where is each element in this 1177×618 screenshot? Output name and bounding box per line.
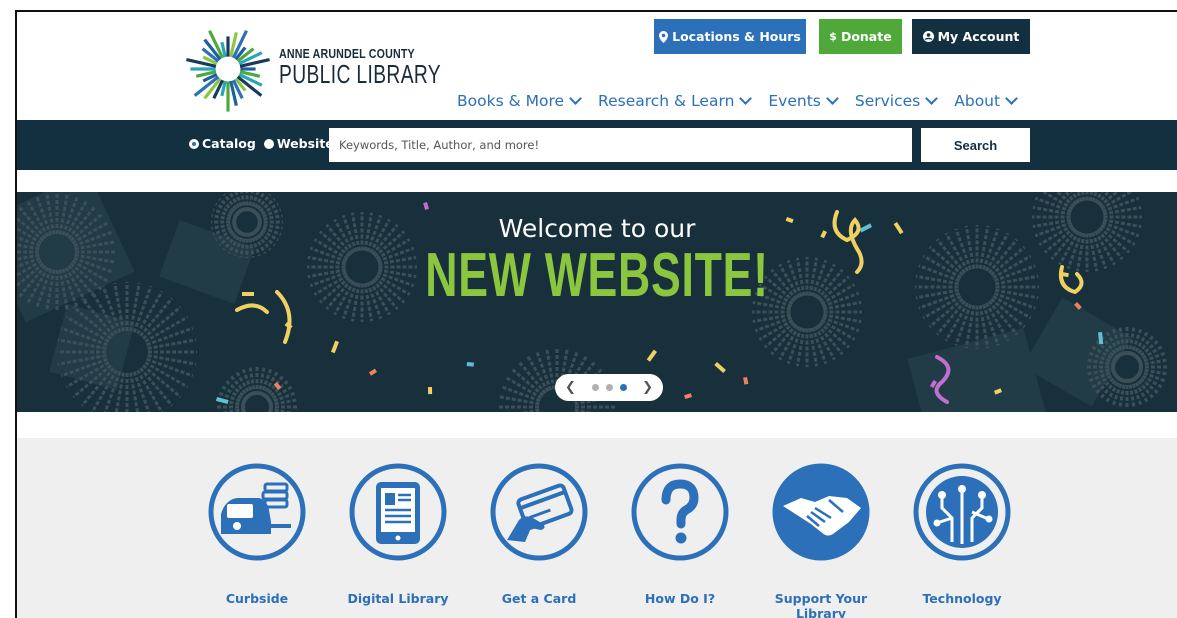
library-logo[interactable]: ANNE ARUNDEL COUNTY PUBLIC LIBRARY (185, 26, 441, 112)
nav-label: Events (768, 92, 821, 110)
quick-link-label: Technology (922, 591, 1002, 606)
chevron-down-icon (826, 92, 839, 105)
radio-selected-icon (189, 138, 199, 149)
catalog-radio[interactable]: Catalog (189, 136, 256, 151)
user-circle-icon (922, 31, 934, 42)
carousel-dots (591, 384, 627, 391)
radio-unselected-icon (263, 138, 274, 149)
website-radio-label: Website (276, 136, 334, 151)
map-pin-icon (659, 30, 669, 43)
chevron-right-icon[interactable]: ❯ (642, 380, 653, 395)
quick-link-get-a-card[interactable]: Get a Card (474, 462, 604, 606)
quick-link-label: How Do I? (644, 591, 716, 606)
quick-link-digital-library[interactable]: Digital Library (333, 462, 463, 606)
hero-title: NEW WEBSITE! (425, 241, 769, 310)
carousel-dot-2[interactable] (605, 384, 613, 391)
browser-viewport: ANNE ARUNDEL COUNTY PUBLIC LIBRARY Locat… (15, 10, 1177, 618)
locations-hours-label: Locations & Hours (672, 29, 801, 44)
chevron-down-icon (569, 92, 582, 105)
dollar-icon: $ (829, 30, 837, 43)
my-account-label: My Account (937, 29, 1020, 44)
quick-link-label: Support Your Library (774, 591, 868, 618)
quick-link-curbside[interactable]: Curbside (192, 462, 322, 606)
carousel-dot-1[interactable] (591, 384, 599, 391)
library-logo-mark (186, 29, 270, 112)
quick-link-label: Curbside (225, 591, 289, 606)
hero-carousel: Welcome to our NEW WEBSITE! ❮ ❯ (17, 192, 1177, 412)
nav-about[interactable]: About (954, 92, 1018, 110)
library-card-icon (490, 463, 588, 561)
nav-label: Services (854, 92, 921, 110)
hero-kicker: Welcome to our (498, 214, 696, 243)
search-scope-radios: Catalog Website (189, 136, 334, 151)
carousel-dot-3[interactable] (619, 384, 627, 391)
search-button[interactable]: Search (921, 128, 1030, 162)
catalog-radio-label: Catalog (202, 136, 256, 151)
nav-research-learn[interactable]: Research & Learn (598, 92, 753, 110)
question-icon (631, 463, 729, 561)
donate-button[interactable]: $ Donate (819, 19, 902, 54)
circuit-icon (913, 463, 1011, 561)
quick-link-how-do-i[interactable]: How Do I? (615, 462, 745, 606)
nav-label: Research & Learn (598, 92, 735, 110)
logo-wordmark: ANNE ARUNDEL COUNTY PUBLIC LIBRARY (279, 46, 498, 87)
site-header: ANNE ARUNDEL COUNTY PUBLIC LIBRARY Locat… (17, 12, 1177, 120)
chevron-down-icon (739, 92, 753, 105)
donate-label: Donate (840, 29, 892, 44)
chevron-down-icon (925, 92, 939, 105)
locations-hours-button[interactable]: Locations & Hours (654, 19, 806, 54)
my-account-button[interactable]: My Account (912, 19, 1030, 54)
quick-link-label: Get a Card (501, 591, 577, 606)
search-input[interactable] (329, 128, 912, 162)
nav-label: Books & More (457, 92, 565, 110)
website-radio[interactable]: Website (263, 136, 334, 151)
carousel-controls: ❮ ❯ (555, 374, 663, 401)
quick-link-label: Digital Library (347, 591, 449, 606)
chevron-left-icon[interactable]: ❮ (565, 380, 576, 395)
search-bar: Catalog Website Search (17, 120, 1177, 170)
logo-line-2: PUBLIC LIBRARY (279, 59, 442, 89)
curbside-car-icon (208, 463, 306, 561)
nav-books-more[interactable]: Books & More (457, 92, 582, 110)
quick-link-technology[interactable]: Technology (897, 462, 1027, 606)
tablet-icon (349, 463, 447, 561)
nav-services[interactable]: Services (854, 92, 939, 110)
main-navigation: Books & More Research & Learn Events Ser… (457, 92, 1018, 110)
quick-link-support-your-library[interactable]: Support Your Library (756, 462, 886, 618)
nav-label: About (954, 92, 1001, 110)
chevron-down-icon (1005, 92, 1018, 105)
quick-links: Curbside Digital Library Get a Card How … (17, 438, 1177, 618)
nav-events[interactable]: Events (768, 92, 839, 110)
handshake-icon (772, 463, 870, 561)
